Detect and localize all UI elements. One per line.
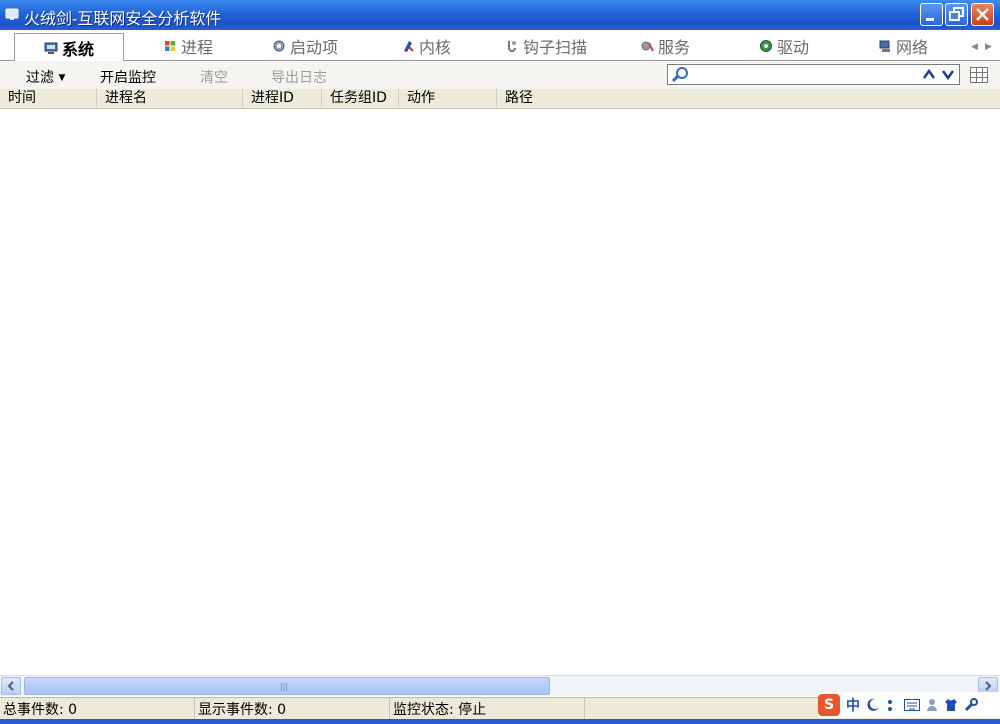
restore-button[interactable] <box>945 3 968 26</box>
tab-label: 驱动 <box>777 38 810 57</box>
tab-kernel[interactable]: 内核 <box>401 32 451 60</box>
app-icon <box>5 8 19 20</box>
windows-flag-icon <box>165 41 175 51</box>
hook-scan-icon <box>508 41 516 52</box>
tab-scroll-right-icon[interactable]: ▶ <box>985 42 992 52</box>
scroll-thumb[interactable]: ||| <box>24 677 550 695</box>
minimize-button[interactable] <box>920 3 943 26</box>
tab-network[interactable]: 网络 <box>878 32 928 60</box>
kernel-icon <box>404 41 414 52</box>
tab-label: 内核 <box>419 38 452 57</box>
title-bar: 火绒剑-互联网安全分析软件 <box>0 0 1000 30</box>
skin-shirt-icon[interactable] <box>944 698 958 712</box>
chevron-left-icon <box>7 681 14 691</box>
tab-driver[interactable]: 驱动 <box>759 32 809 60</box>
grip-icon: ||| <box>280 682 289 691</box>
tab-system[interactable]: 系统 <box>14 33 124 62</box>
search-prev-icon[interactable] <box>923 68 935 81</box>
tab-label: 进程 <box>181 38 214 57</box>
close-icon <box>976 8 989 21</box>
keyboard-icon[interactable] <box>904 699 920 711</box>
tab-hook-scan[interactable]: 钩子扫描 <box>505 32 587 60</box>
window-title: 火绒剑-互联网安全分析软件 <box>24 9 222 28</box>
chevron-down-icon: ▼ <box>58 73 66 83</box>
user-icon[interactable] <box>926 698 938 712</box>
tab-label: 启动项 <box>290 38 339 57</box>
tab-service[interactable]: 服务 <box>640 32 690 60</box>
column-header-process-name[interactable]: 进程名 <box>97 89 243 108</box>
wrench-icon[interactable] <box>964 698 978 712</box>
column-header-task-group-id[interactable]: 任务组ID <box>322 89 399 108</box>
monitor-icon <box>44 42 58 54</box>
service-icon <box>641 41 654 52</box>
scroll-left-button[interactable] <box>1 677 21 695</box>
column-settings-icon[interactable] <box>970 67 988 83</box>
tab-label: 服务 <box>658 38 691 57</box>
ime-mode-toggle[interactable]: 中 <box>846 695 860 715</box>
tab-process[interactable]: 进程 <box>163 32 213 60</box>
search-next-icon[interactable] <box>942 68 954 81</box>
column-header-process-id[interactable]: 进程ID <box>243 89 322 108</box>
driver-icon <box>760 40 772 52</box>
clear-button[interactable]: 清空 <box>200 67 228 87</box>
search-box <box>667 64 960 85</box>
column-header-row: 时间 进程名 进程ID 任务组ID 动作 路径 <box>0 89 1000 109</box>
minimize-icon <box>926 18 934 21</box>
tab-label: 钩子扫描 <box>523 38 588 57</box>
start-monitor-button[interactable]: 开启监控 <box>100 67 156 87</box>
network-icon <box>879 40 890 52</box>
tab-label: 网络 <box>896 38 929 57</box>
tab-scroll-left-icon[interactable]: ◀ <box>971 42 978 52</box>
search-icon <box>671 67 688 83</box>
close-button[interactable] <box>971 3 994 26</box>
restore-icon <box>949 7 964 21</box>
column-header-time[interactable]: 时间 <box>0 89 97 108</box>
search-input[interactable] <box>692 66 916 84</box>
column-header-path[interactable]: 路径 <box>497 89 1000 108</box>
moon-icon[interactable] <box>866 698 880 712</box>
startup-gear-icon <box>273 40 285 52</box>
filter-label: 过滤 <box>26 70 54 86</box>
ime-toolbar: S 中 <box>818 692 1000 718</box>
filter-dropdown[interactable]: 过滤 ▼ <box>26 67 65 87</box>
export-log-button[interactable]: 导出日志 <box>271 67 327 87</box>
tab-strip: 系统 进程 启动项 内核 钩子扫描 服务 驱动 网络 ◀ ▶ <box>0 30 1000 62</box>
event-list[interactable] <box>0 109 1000 675</box>
taskbar-edge <box>0 719 1000 724</box>
sogou-logo-icon[interactable]: S <box>818 694 840 716</box>
tab-label: 系统 <box>61 40 94 59</box>
punctuation-icon[interactable] <box>886 698 898 712</box>
column-header-action[interactable]: 动作 <box>399 89 497 108</box>
tab-startup[interactable]: 启动项 <box>272 32 338 60</box>
